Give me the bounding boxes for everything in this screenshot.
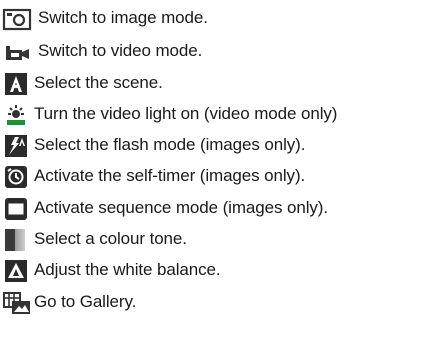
list-item-label: Switch to image mode. (38, 8, 208, 27)
camera-icon (2, 8, 32, 31)
list-item-label: Switch to video mode. (38, 41, 203, 60)
video-light-icon (5, 104, 27, 126)
list-item-label: Turn the video light on (video mode only… (34, 104, 338, 123)
list-item-label: Adjust the white balance. (34, 260, 221, 279)
colour-tone-icon (5, 229, 25, 251)
list-item-label: Go to Gallery. (34, 292, 137, 311)
list-item-label: Select the flash mode (images only). (34, 135, 306, 154)
list-item-label: Activate the self-timer (images only). (34, 166, 306, 185)
scene-icon (5, 73, 27, 95)
list-item-label: Activate sequence mode (images only). (34, 198, 328, 217)
list-item-label: Select the scene. (34, 73, 163, 92)
flash-icon (5, 135, 27, 157)
list-item-label: Select a colour tone. (34, 229, 187, 248)
gallery-icon (3, 292, 30, 314)
video-camera-icon (6, 46, 29, 60)
white-balance-icon (5, 260, 27, 282)
self-timer-icon (5, 166, 27, 188)
sequence-mode-icon (5, 198, 27, 220)
